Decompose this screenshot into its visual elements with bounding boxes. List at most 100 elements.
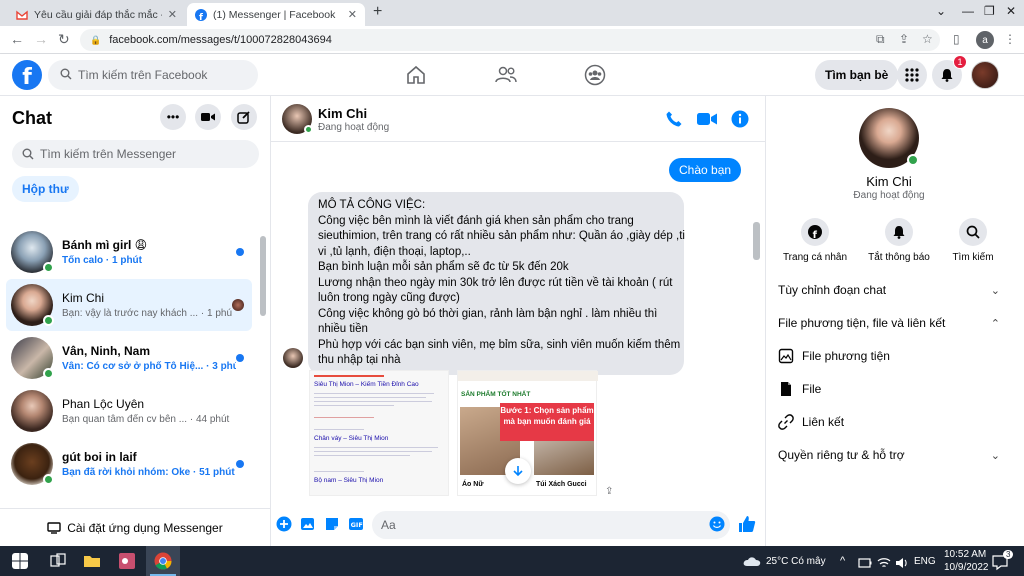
forward-icon[interactable]: → [34,31,48,47]
star-icon[interactable]: ☆ [922,32,933,46]
scrollbar[interactable] [260,236,266,316]
gif-icon[interactable]: GIF [348,516,364,532]
facebook-logo[interactable]: f [12,60,42,90]
media-item[interactable]: File phương tiện [778,343,1000,369]
image-attachments: Siêu Thị Mion – Kiếm Tiền Đỉnh Cao Chân … [309,370,599,496]
chevron-up-icon: ⌃ [990,317,1000,330]
facebook-icon: f [808,225,822,239]
message-input[interactable]: Aa [372,511,730,539]
avatar [11,443,54,485]
groups-icon[interactable] [583,63,607,87]
customize-chat-section[interactable]: Tùy chỉnh đoạn chat ⌄ [778,277,1000,303]
menu-grid-button[interactable] [897,60,927,90]
restore-button[interactable]: ❐ [984,4,995,18]
tab-title: Yêu cầu giải đáp thắc mắc - anhtu [34,8,162,21]
emoji-icon[interactable] [709,516,725,532]
conversation-item[interactable]: Phan Lộc Uyên Bạn quan tâm đến cv bên ...… [6,385,252,437]
clock-time[interactable]: 10:52 AM [944,549,986,560]
close-icon[interactable]: ✕ [348,8,357,21]
scroll-to-bottom-button[interactable] [505,458,531,484]
mute-action[interactable]: Tắt thông báo [859,218,939,263]
close-window-button[interactable]: ✕ [1006,4,1016,18]
tray-chevron-icon[interactable]: ^ [840,555,845,567]
avatar [11,231,54,273]
find-friends-button[interactable]: Tìm bạn bè [815,60,899,90]
messenger-search[interactable]: Tìm kiếm trên Messenger [12,140,259,168]
task-view-icon[interactable] [49,552,67,570]
language-indicator[interactable]: ENG [914,556,936,567]
tab-messenger[interactable]: f (1) Messenger | Facebook ✕ [187,3,365,26]
video-plus-icon [201,113,215,121]
image-text: Áo Nữ [462,481,484,488]
conversation-item[interactable]: Vân, Ninh, Nam Vân: Có cơ sở ở phố Tô Hiệ… [6,332,252,384]
media-item[interactable]: File [778,376,1000,402]
options-button[interactable]: ••• [160,104,186,130]
tab-gmail[interactable]: Yêu cầu giải đáp thắc mắc - anhtu ✕ [8,3,185,26]
conversation-preview: Bạn: vậy là trước nay khách ... · 1 phút [62,308,232,319]
profile-avatar[interactable]: a [976,31,994,49]
conversation-header: Kim Chi Đang hoạt động [271,96,765,142]
message-line: luôn trong ngày cũng được) [318,292,460,304]
message-placeholder: Aa [381,518,396,532]
sidepanel-icon[interactable]: ▯ [953,32,960,46]
search-action[interactable]: Tìm kiếm [933,218,1013,263]
more-icon[interactable]: ⋮ [1004,32,1016,46]
search-placeholder: Tìm kiếm trên Messenger [40,147,177,161]
share-icon[interactable]: ⇪ [605,486,613,497]
snipping-tool-icon[interactable] [118,552,136,570]
arrow-down-icon [513,466,523,477]
privacy-support-section[interactable]: Quyền riêng tư & hỗ trợ ⌄ [778,442,1000,468]
clock-date[interactable]: 10/9/2022 [944,562,989,573]
volume-icon[interactable] [895,554,909,572]
media-item[interactable]: Liên kết [778,409,1000,435]
plus-circle-icon[interactable] [276,516,292,532]
link-icon [778,414,794,430]
url-bar[interactable]: 🔒 facebook.com/messages/t/10007282804369… [80,29,940,51]
info-icon[interactable] [731,110,749,128]
chat-title: Chat [12,108,52,128]
conversation-item[interactable]: Bánh mì girl 😩 Tốn calo · 1 phút [6,226,252,278]
facebook-search[interactable]: Tìm kiếm trên Facebook [48,60,258,90]
translate-icon[interactable]: ⧉ [876,32,885,47]
sticker-icon[interactable] [324,516,340,532]
inbox-tab[interactable]: Hộp thư [12,176,79,202]
outgoing-message[interactable]: Chào bạn [669,158,742,182]
back-icon[interactable]: ← [10,31,24,47]
phone-icon[interactable] [665,110,683,128]
new-room-button[interactable] [195,104,221,130]
reload-icon[interactable]: ↻ [58,31,70,48]
account-avatar[interactable] [971,61,999,89]
friends-icon[interactable] [494,63,518,87]
image-icon[interactable] [300,516,316,532]
contact-avatar[interactable] [859,108,919,168]
avatar[interactable] [282,104,313,134]
minimize-button[interactable]: — [962,4,974,18]
incoming-message[interactable]: MÔ TẢ CÔNG VIỆC: Công việc bên mình là v… [308,192,685,375]
message-line: nhiều tiền [318,323,368,335]
message-line: thu nhập tại nhà [318,354,401,366]
close-icon[interactable]: ✕ [168,8,177,21]
conversation-item[interactable]: gút boi in laif Bạn đã rời khỏi nhóm: Oke… [6,438,252,490]
install-app-link[interactable]: Cài đặt ứng dụng Messenger [0,508,270,546]
thumbs-up-icon[interactable] [738,515,756,533]
wifi-icon[interactable] [877,554,891,572]
share-icon[interactable]: ⇪ [899,32,909,46]
file-explorer-icon[interactable] [83,552,101,570]
windows-start-icon[interactable] [12,553,28,569]
home-icon[interactable] [404,63,428,87]
conversation-item[interactable]: Kim Chi Bạn: vậy là trước nay khách ... ·… [6,279,252,331]
chevron-down-icon[interactable]: ⌄ [936,4,946,18]
chrome-taskbar-item[interactable] [146,546,180,576]
message-composer: GIF Aa [271,504,765,546]
weather-text[interactable]: 25°C Có mây [766,556,826,567]
new-tab-button[interactable]: + [373,3,382,21]
media-files-section[interactable]: File phương tiện, file và liên kết ⌃ [778,310,1000,336]
attached-image-search[interactable]: Siêu Thị Mion – Kiếm Tiền Đỉnh Cao Chân … [309,370,449,496]
seen-avatar [232,299,244,311]
profile-action[interactable]: f Trang cá nhân [775,218,855,263]
new-message-button[interactable] [231,104,257,130]
video-call-icon[interactable] [696,110,718,128]
scrollbar[interactable] [753,222,760,260]
battery-icon[interactable] [858,554,872,572]
contact-name[interactable]: Kim Chi [318,106,367,121]
